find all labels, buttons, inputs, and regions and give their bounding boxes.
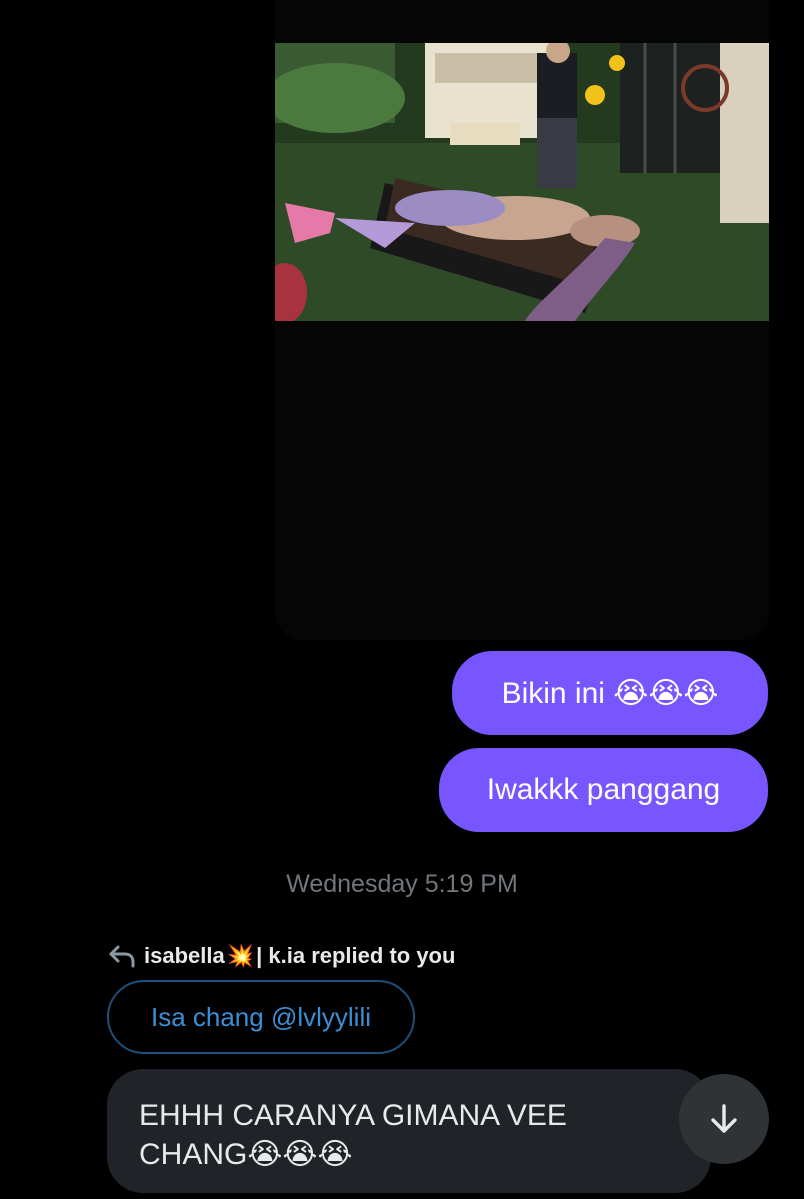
quoted-message[interactable]: Isa chang @lvlyylili: [107, 980, 415, 1054]
reply-author: isabella: [144, 943, 225, 968]
sent-message-bubble[interactable]: Iwakkk panggang: [439, 748, 768, 832]
media-image[interactable]: [275, 43, 769, 321]
message-timestamp: Wednesday 5:19 PM: [286, 870, 518, 898]
received-message-bubble[interactable]: EHHH CARANYA GIMANA VEE CHANG😭😭😭: [107, 1069, 711, 1193]
sent-message-text: Iwakkk panggang: [486, 773, 721, 806]
received-message-line: EHHH CARANYA GIMANA VEE: [139, 1099, 567, 1132]
scroll-to-bottom-button[interactable]: [679, 1074, 769, 1164]
reply-suffix: | k.ia replied to you: [256, 943, 456, 968]
arrow-down-icon: [711, 1104, 737, 1133]
author-emoji: 💥: [226, 943, 255, 969]
quoted-message-text: Isa chang @lvlyylili: [150, 1001, 372, 1032]
reply-arrow-icon: [109, 945, 135, 968]
sent-message-text: Bikin ini 😭😭😭: [501, 676, 719, 710]
media-message[interactable]: [275, 0, 769, 640]
sent-message-bubble[interactable]: Bikin ini 😭😭😭: [452, 651, 768, 735]
reply-context: isabella 💥 | k.ia replied to you: [108, 940, 455, 972]
received-message-line: CHANG😭😭😭: [139, 1138, 353, 1171]
